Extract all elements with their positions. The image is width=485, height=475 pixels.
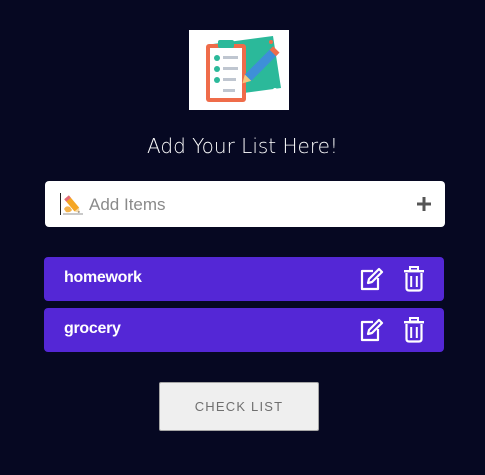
edit-icon[interactable] [358, 318, 384, 342]
writing-hand-icon [61, 193, 85, 217]
edit-icon[interactable] [358, 267, 384, 291]
checklist-logo-icon [189, 30, 289, 110]
add-item-button[interactable] [413, 193, 435, 215]
add-item-input[interactable] [87, 189, 411, 221]
list-item: homework [44, 257, 444, 301]
check-list-button[interactable]: CHECK LIST [159, 382, 319, 431]
trash-icon[interactable] [402, 266, 426, 292]
list-item-label: grocery [64, 320, 121, 337]
trash-icon[interactable] [402, 317, 426, 343]
list-item: grocery [44, 308, 444, 352]
list-item-label: homework [64, 269, 142, 286]
page-title: Add Your List Here! [147, 134, 338, 158]
plus-icon [417, 197, 431, 211]
add-item-box [45, 181, 445, 227]
